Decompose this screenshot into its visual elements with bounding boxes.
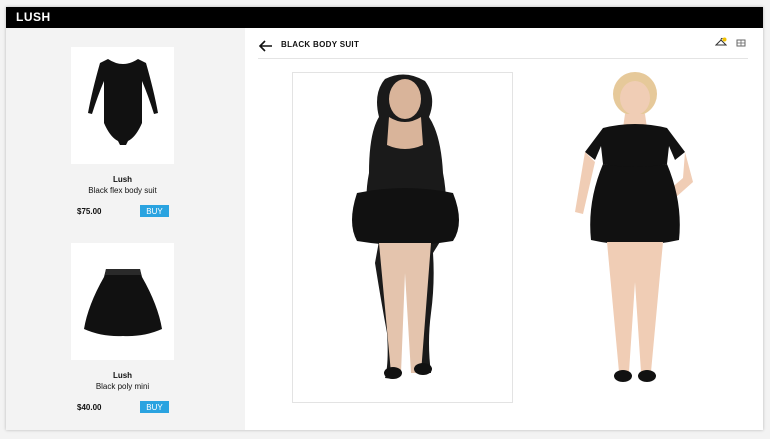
gallery-icon[interactable] [735, 37, 747, 49]
model-image [352, 74, 459, 380]
product-card-skirt[interactable]: Lush Black poly mini $40.00 BUY [71, 243, 174, 415]
product-card-bodysuit[interactable]: Lush Black flex body suit $75.00 BUY [71, 47, 174, 219]
buy-button[interactable]: BUY [140, 401, 169, 413]
product-brand: Lush [112, 175, 133, 184]
back-arrow-icon[interactable] [258, 38, 274, 54]
model-photo-front[interactable] [292, 72, 513, 403]
buy-button[interactable]: BUY [140, 205, 169, 217]
product-name: Black flex body suit [88, 186, 157, 195]
hanger-icon[interactable] [715, 37, 727, 49]
model-photo-side[interactable] [555, 72, 715, 402]
bodysuit-image [87, 58, 158, 145]
skirt-image [83, 268, 162, 336]
product-brand: Lush [112, 371, 133, 380]
product-name: Black poly mini [95, 382, 150, 391]
top-bar: LUSH [6, 7, 763, 28]
app-window: LUSH Lush Black flex body suit $75.00 BU… [6, 7, 763, 430]
price-row: $75.00 BUY [71, 205, 174, 219]
price-row: $40.00 BUY [71, 401, 174, 415]
model-image [575, 72, 693, 382]
product-sidebar: Lush Black flex body suit $75.00 BUY Lus… [6, 28, 245, 430]
product-thumbnail[interactable] [71, 243, 174, 360]
product-price: $40.00 [77, 403, 102, 412]
product-price: $75.00 [77, 207, 102, 216]
header-divider [258, 58, 748, 59]
product-detail: BLACK BODY SUIT [245, 28, 763, 430]
page-title: BLACK BODY SUIT [281, 40, 360, 49]
product-thumbnail[interactable] [71, 47, 174, 164]
brand-logo[interactable]: LUSH [16, 10, 51, 24]
